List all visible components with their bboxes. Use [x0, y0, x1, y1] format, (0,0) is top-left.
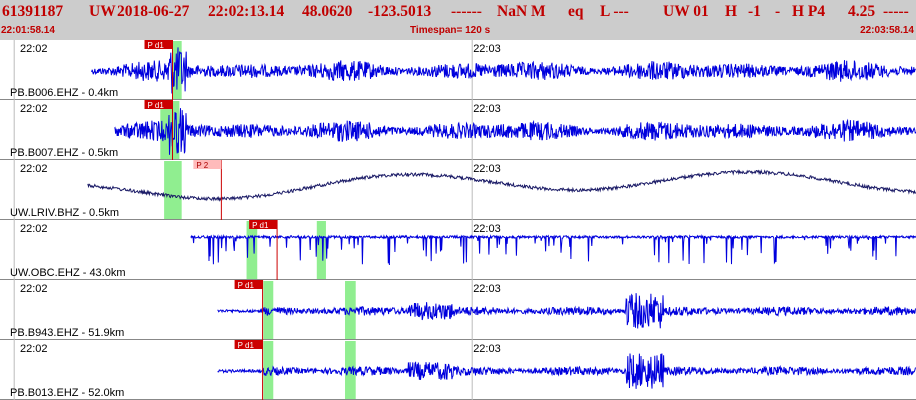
end-time: 22:03:58.14: [860, 25, 914, 36]
waveform-panel-pb-b013-ehz[interactable]: P d1 22:02 22:03 PB.B013.EHZ - 52.0km: [0, 340, 916, 400]
waveform-panel-pb-b943-ehz[interactable]: P d1 22:02 22:03 PB.B943.EHZ - 51.9km: [0, 280, 916, 340]
time-label-left: 22:02: [20, 43, 48, 55]
waveform-trace: [87, 169, 916, 202]
event-header: 61391187 UW 2018-06-27 22:02:13.14 48.06…: [0, 0, 916, 40]
location-flag: L ---: [600, 3, 629, 20]
pick-window: [316, 221, 326, 279]
time-label-left: 22:02: [20, 223, 48, 235]
pick-label: P d1: [148, 41, 165, 50]
event-latitude: 48.0620: [302, 3, 353, 20]
event-time: 22:02:13.14: [208, 3, 285, 20]
channel-label: PB.B013.EHZ - 52.0km: [10, 387, 124, 399]
quality-value: -1: [748, 3, 761, 20]
waveform-trace: [217, 293, 916, 329]
waveform-panels: P d1 22:02 22:03 PB.B006.EHZ - 0.4km P d1 22:…: [0, 40, 916, 400]
waveform-panel-pb-b006-ehz[interactable]: P d1 22:02 22:03 PB.B006.EHZ - 0.4km: [0, 40, 916, 100]
pick-label: P d1: [238, 281, 255, 290]
event-magnitude: NaN M: [497, 3, 546, 20]
waveform-canvas: P d1 22:02 22:03 PB.B006.EHZ - 0.4km P d1 22:…: [0, 40, 916, 400]
channel-label: UW.OBC.EHZ - 43.0km: [10, 267, 126, 279]
time-label-left: 22:02: [20, 163, 48, 175]
waveform-trace: [190, 233, 916, 266]
time-label-mid: 22:03: [473, 163, 501, 175]
waveform-panel-uw-lriv-bhz[interactable]: P 2 22:02 22:03 UW.LRIV.BHZ - 0.5km: [0, 160, 916, 220]
waveform-trace: [91, 47, 916, 94]
waveform-trace: [217, 353, 916, 389]
pick-label: P 2: [196, 161, 208, 170]
waveform-trace: [114, 108, 916, 155]
event-network: UW: [89, 3, 116, 20]
time-label-mid: 22:03: [473, 343, 501, 355]
header-trailing-dashes: -----: [883, 3, 909, 20]
event-type: eq: [568, 3, 584, 20]
channel-label: PB.B006.EHZ - 0.4km: [10, 87, 118, 99]
time-label-mid: 22:03: [473, 283, 501, 295]
waveform-panel-pb-b007-ehz[interactable]: P d1 22:02 22:03 PB.B007.EHZ - 0.5km: [0, 100, 916, 160]
quality-dash: -: [775, 3, 781, 20]
event-depth: ------: [451, 3, 482, 20]
time-label-left: 22:02: [20, 343, 48, 355]
quality-h: H: [725, 3, 738, 20]
time-label-left: 22:02: [20, 283, 48, 295]
event-summary-line: 61391187 UW 2018-06-27 22:02:13.14 48.06…: [0, 3, 916, 23]
pick-window: [164, 161, 182, 219]
time-label-mid: 22:03: [473, 43, 501, 55]
event-longitude: -123.5013: [368, 3, 432, 20]
pick-label: P d1: [252, 221, 269, 230]
pick-label: P d1: [238, 341, 255, 350]
pick-label: P d1: [148, 101, 165, 110]
quality-p: H P4: [792, 3, 826, 20]
event-id: 61391187: [2, 3, 64, 20]
time-label-mid: 22:03: [473, 103, 501, 115]
start-time: 22:01:58.14: [1, 25, 55, 36]
time-label-mid: 22:03: [473, 223, 501, 235]
channel-label: UW.LRIV.BHZ - 0.5km: [10, 207, 119, 219]
channel-label: PB.B007.EHZ - 0.5km: [10, 147, 118, 159]
waveform-panel-uw-obc-ehz[interactable]: P d1 22:02 22:03 UW.OBC.EHZ - 43.0km: [0, 220, 916, 280]
channel-label: PB.B943.EHZ - 51.9km: [10, 327, 124, 339]
event-date: 2018-06-27: [117, 3, 190, 20]
event-source: UW 01: [663, 3, 709, 20]
time-label-left: 22:02: [20, 103, 48, 115]
event-rms: 4.25: [848, 3, 876, 20]
timespan-label: Timespan= 120 s: [410, 25, 491, 36]
